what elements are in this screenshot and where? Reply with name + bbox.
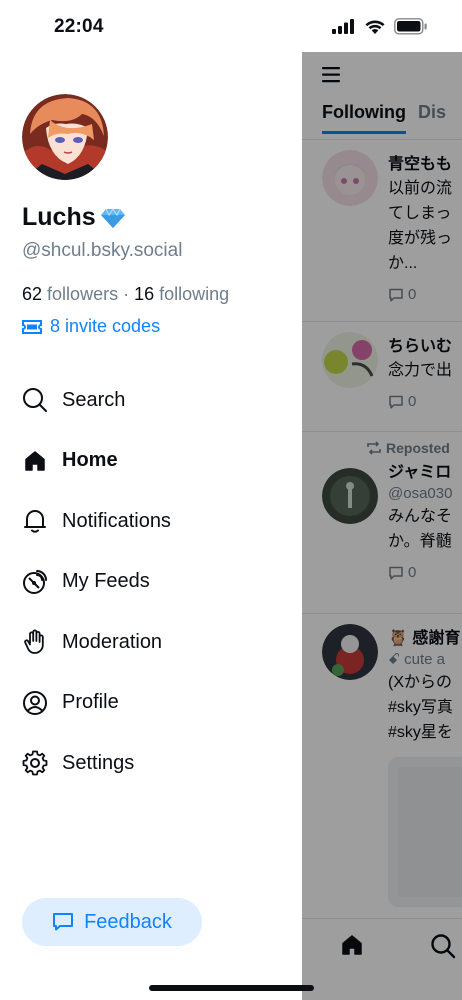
followers-label: followers [47,284,119,304]
feedback-button[interactable]: Feedback [22,898,202,946]
invite-codes-button[interactable]: 8 invite codes [22,316,160,337]
nav-label-notifications: Notifications [62,509,171,532]
nav-label-moderation: Moderation [62,630,163,653]
home-indicator [149,985,314,991]
nav-label-settings: Settings [62,751,135,774]
gear-icon [22,750,48,776]
wifi-icon [365,20,385,34]
follow-stats[interactable]: 62 followers · 16 following [22,284,229,305]
nav-item-profile[interactable]: Profile [22,673,282,734]
drawer-nav: Search Home Notifications My Feeds Moder… [22,370,282,794]
cellular-signal-icon [332,19,354,34]
user-circle-icon [23,690,47,715]
satellite-dish-icon [23,569,47,594]
ticket-icon [22,319,42,334]
diamond-icon [100,207,125,228]
following-label: following [159,284,230,304]
user-handle: @shcul.bsky.social [22,240,183,261]
display-name: Luchs [22,203,96,231]
side-drawer: Luchs @shcul.bsky.social 62 followers · … [0,0,302,1000]
search-icon [23,388,47,413]
followers-count: 62 [22,284,43,304]
bell-icon [24,510,46,533]
stats-separator: · [123,284,130,304]
following-count: 16 [134,284,155,304]
home-icon [25,451,45,471]
drawer-backdrop[interactable] [302,52,462,1000]
nav-item-notifications[interactable]: Notifications [22,491,282,552]
nav-label-home: Home [62,449,118,472]
hand-icon [24,629,44,655]
display-name-row: Luchs [22,203,126,232]
nav-item-moderation[interactable]: Moderation [22,612,282,673]
nav-label-my-feeds: My Feeds [62,570,150,593]
nav-label-search: Search [62,388,126,411]
feedback-label: Feedback [84,910,172,933]
nav-item-home[interactable]: Home [22,431,282,492]
message-icon [53,913,74,931]
battery-icon [394,18,427,35]
avatar[interactable] [22,94,108,180]
nav-item-search[interactable]: Search [22,370,282,431]
nav-label-profile: Profile [62,691,119,714]
status-bar: 22:04 [0,0,462,54]
status-time: 22:04 [54,16,104,37]
nav-item-my-feeds[interactable]: My Feeds [22,552,282,613]
invite-codes-label: 8 invite codes [50,316,161,336]
nav-item-settings[interactable]: Settings [22,733,282,794]
